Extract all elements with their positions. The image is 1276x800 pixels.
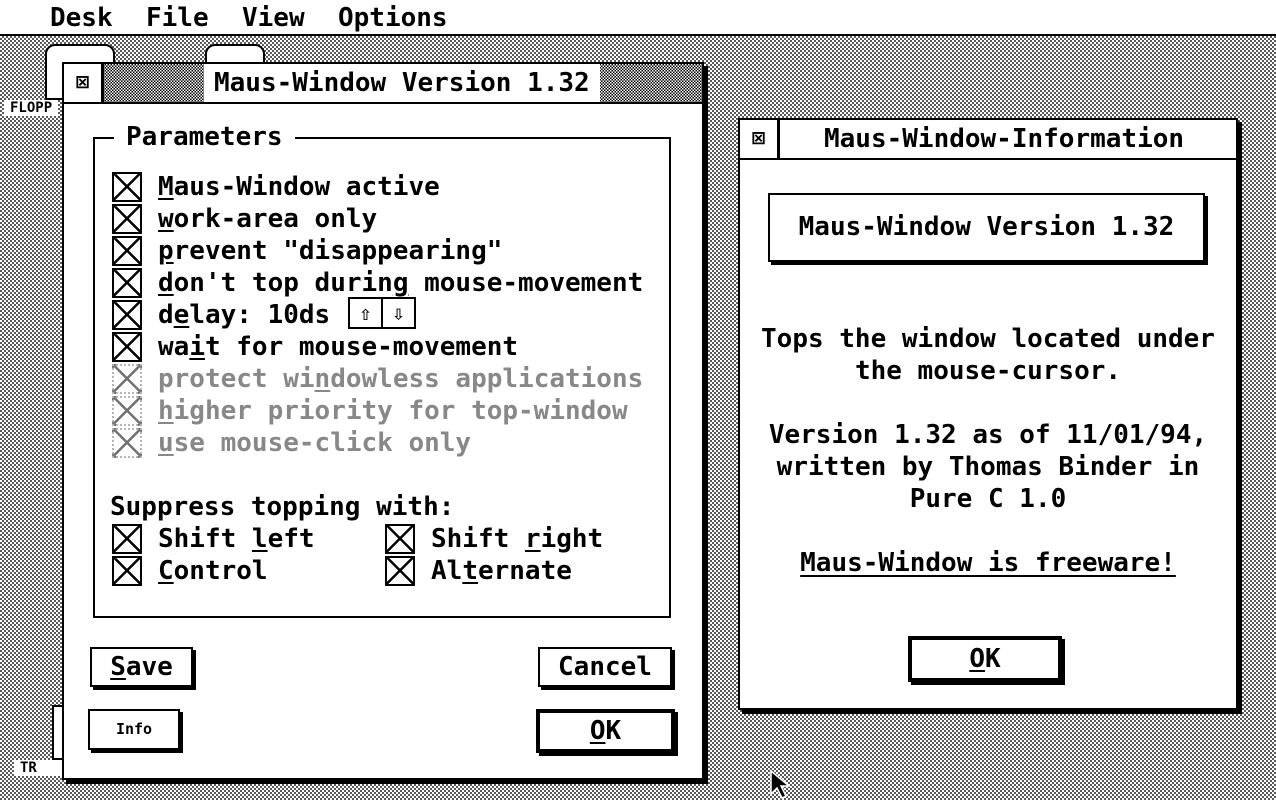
ok-button[interactable]: OK [536, 709, 675, 753]
checkbox[interactable] [112, 300, 142, 330]
arrow-down-icon[interactable]: ⇩ [383, 299, 414, 327]
label-part: ight [540, 524, 604, 554]
label-part: igher priority for top-window [173, 396, 628, 426]
hotkey: M [158, 172, 174, 202]
label-part: ernate [477, 556, 572, 586]
menu-bar: Desk File View Options [0, 0, 1276, 36]
checkbox-label[interactable]: delay: 10ds [158, 299, 330, 331]
menu-view[interactable]: View [242, 0, 305, 36]
label-part: aus-Window active [173, 172, 440, 202]
checkbox[interactable] [112, 396, 142, 426]
label-part: lay: 10ds [189, 300, 331, 330]
checkbox-label[interactable]: Shift right [431, 523, 603, 555]
title-bar[interactable]: ⊠ Maus-Window-Information [740, 120, 1236, 160]
label-part: on't top durin [173, 268, 393, 298]
label-part: ontrol [173, 556, 268, 586]
checkbox[interactable] [112, 204, 142, 234]
hotkey: t [462, 556, 478, 586]
group-title: Parameters [114, 123, 295, 151]
label-part: protect wi [158, 364, 315, 394]
version-box: Maus-Window Version 1.32 [768, 193, 1205, 262]
label-part: dowless applications [330, 364, 644, 394]
hotkey: O [969, 644, 985, 674]
cancel-button[interactable]: Cancel [538, 647, 672, 687]
hotkey: r [524, 524, 541, 554]
version-line: Pure C 1.0 [909, 484, 1067, 514]
checkbox-label[interactable]: protect windowless applications [158, 363, 643, 395]
checkbox[interactable] [112, 236, 142, 266]
checkbox[interactable] [112, 556, 142, 586]
label: ave [125, 652, 173, 682]
label-part: Al [431, 556, 463, 586]
checkbox[interactable] [385, 524, 415, 554]
label-part: d [158, 300, 174, 330]
hotkey: g [392, 268, 409, 298]
checkbox[interactable] [385, 556, 415, 586]
label-part: ork-area only [173, 204, 378, 234]
hotkey: i [189, 332, 205, 362]
delay-stepper[interactable]: ⇧ ⇩ [348, 297, 416, 329]
checkbox-label[interactable]: prevent "disappearing" [158, 235, 502, 267]
hotkey: C [158, 556, 174, 586]
mouse-cursor-icon [770, 770, 792, 800]
label-part: revent "disappearing" [173, 236, 503, 266]
window-title: Maus-Window-Information [814, 120, 1195, 158]
hotkey: d [158, 268, 174, 298]
label-part: mouse-movement [408, 268, 644, 298]
checkbox-label[interactable]: Maus-Window active [158, 171, 440, 203]
description-line: the mouse-cursor. [854, 356, 1122, 386]
menu-options[interactable]: Options [338, 0, 448, 36]
version-line: written by Thomas Binder in [776, 452, 1200, 482]
checkbox-label[interactable]: Shift left [158, 523, 315, 555]
label: K [985, 644, 1001, 674]
checkbox-label[interactable]: Alternate [431, 555, 572, 587]
label-part: t for mouse-movement [204, 332, 519, 362]
checkbox[interactable] [112, 364, 142, 394]
hotkey: S [110, 652, 126, 682]
checkbox[interactable] [112, 428, 142, 458]
hotkey: e [173, 300, 190, 330]
checkbox-label[interactable]: use mouse-click only [158, 427, 471, 459]
checkbox[interactable] [112, 268, 142, 298]
save-button[interactable]: Save [90, 647, 193, 687]
menu-file[interactable]: File [146, 0, 209, 36]
hotkey: O [589, 716, 606, 746]
checkbox[interactable] [112, 172, 142, 202]
checkbox-label[interactable]: don't top during mouse-movement [158, 267, 643, 299]
floppy-label: FLOPP [4, 100, 59, 116]
checkbox-label[interactable]: wait for mouse-movement [158, 331, 518, 363]
checkbox-label[interactable]: Control [158, 555, 268, 587]
checkbox-label[interactable]: higher priority for top-window [158, 395, 628, 427]
label-part: Shift [431, 524, 525, 554]
freeware-note: Maus-Window is freeware! [800, 548, 1176, 578]
hotkey: p [158, 236, 174, 266]
hotkey: h [158, 396, 174, 426]
label-part: wa [158, 332, 190, 362]
checkbox[interactable] [112, 332, 142, 362]
label-part: Shift [158, 524, 252, 554]
hotkey: n [314, 364, 331, 394]
close-icon[interactable]: ⊠ [740, 120, 780, 158]
label-part: eft [267, 524, 315, 554]
arrow-up-icon[interactable]: ⇧ [350, 299, 383, 327]
label: K [605, 716, 622, 746]
version-line: Version 1.32 as of 11/01/94, [768, 420, 1208, 450]
floppy-icon[interactable] [205, 44, 265, 64]
info-button[interactable]: Info [88, 709, 180, 750]
title-bar[interactable]: ⊠ Maus-Window Version 1.32 [64, 64, 702, 104]
checkbox-label[interactable]: work-area only [158, 203, 377, 235]
suppress-label: Suppress topping with: [110, 492, 455, 522]
menu-desk[interactable]: Desk [50, 0, 113, 36]
hotkey: w [158, 204, 174, 234]
info-ok-button[interactable]: OK [908, 636, 1062, 682]
close-icon[interactable]: ⊠ [64, 64, 104, 102]
checkbox[interactable] [112, 524, 142, 554]
hotkey: u [158, 428, 174, 458]
description-line: Tops the window located under [761, 324, 1215, 354]
label-part: se mouse-click only [173, 428, 472, 458]
window-title: Maus-Window Version 1.32 [204, 64, 600, 102]
hotkey: l [251, 524, 268, 554]
